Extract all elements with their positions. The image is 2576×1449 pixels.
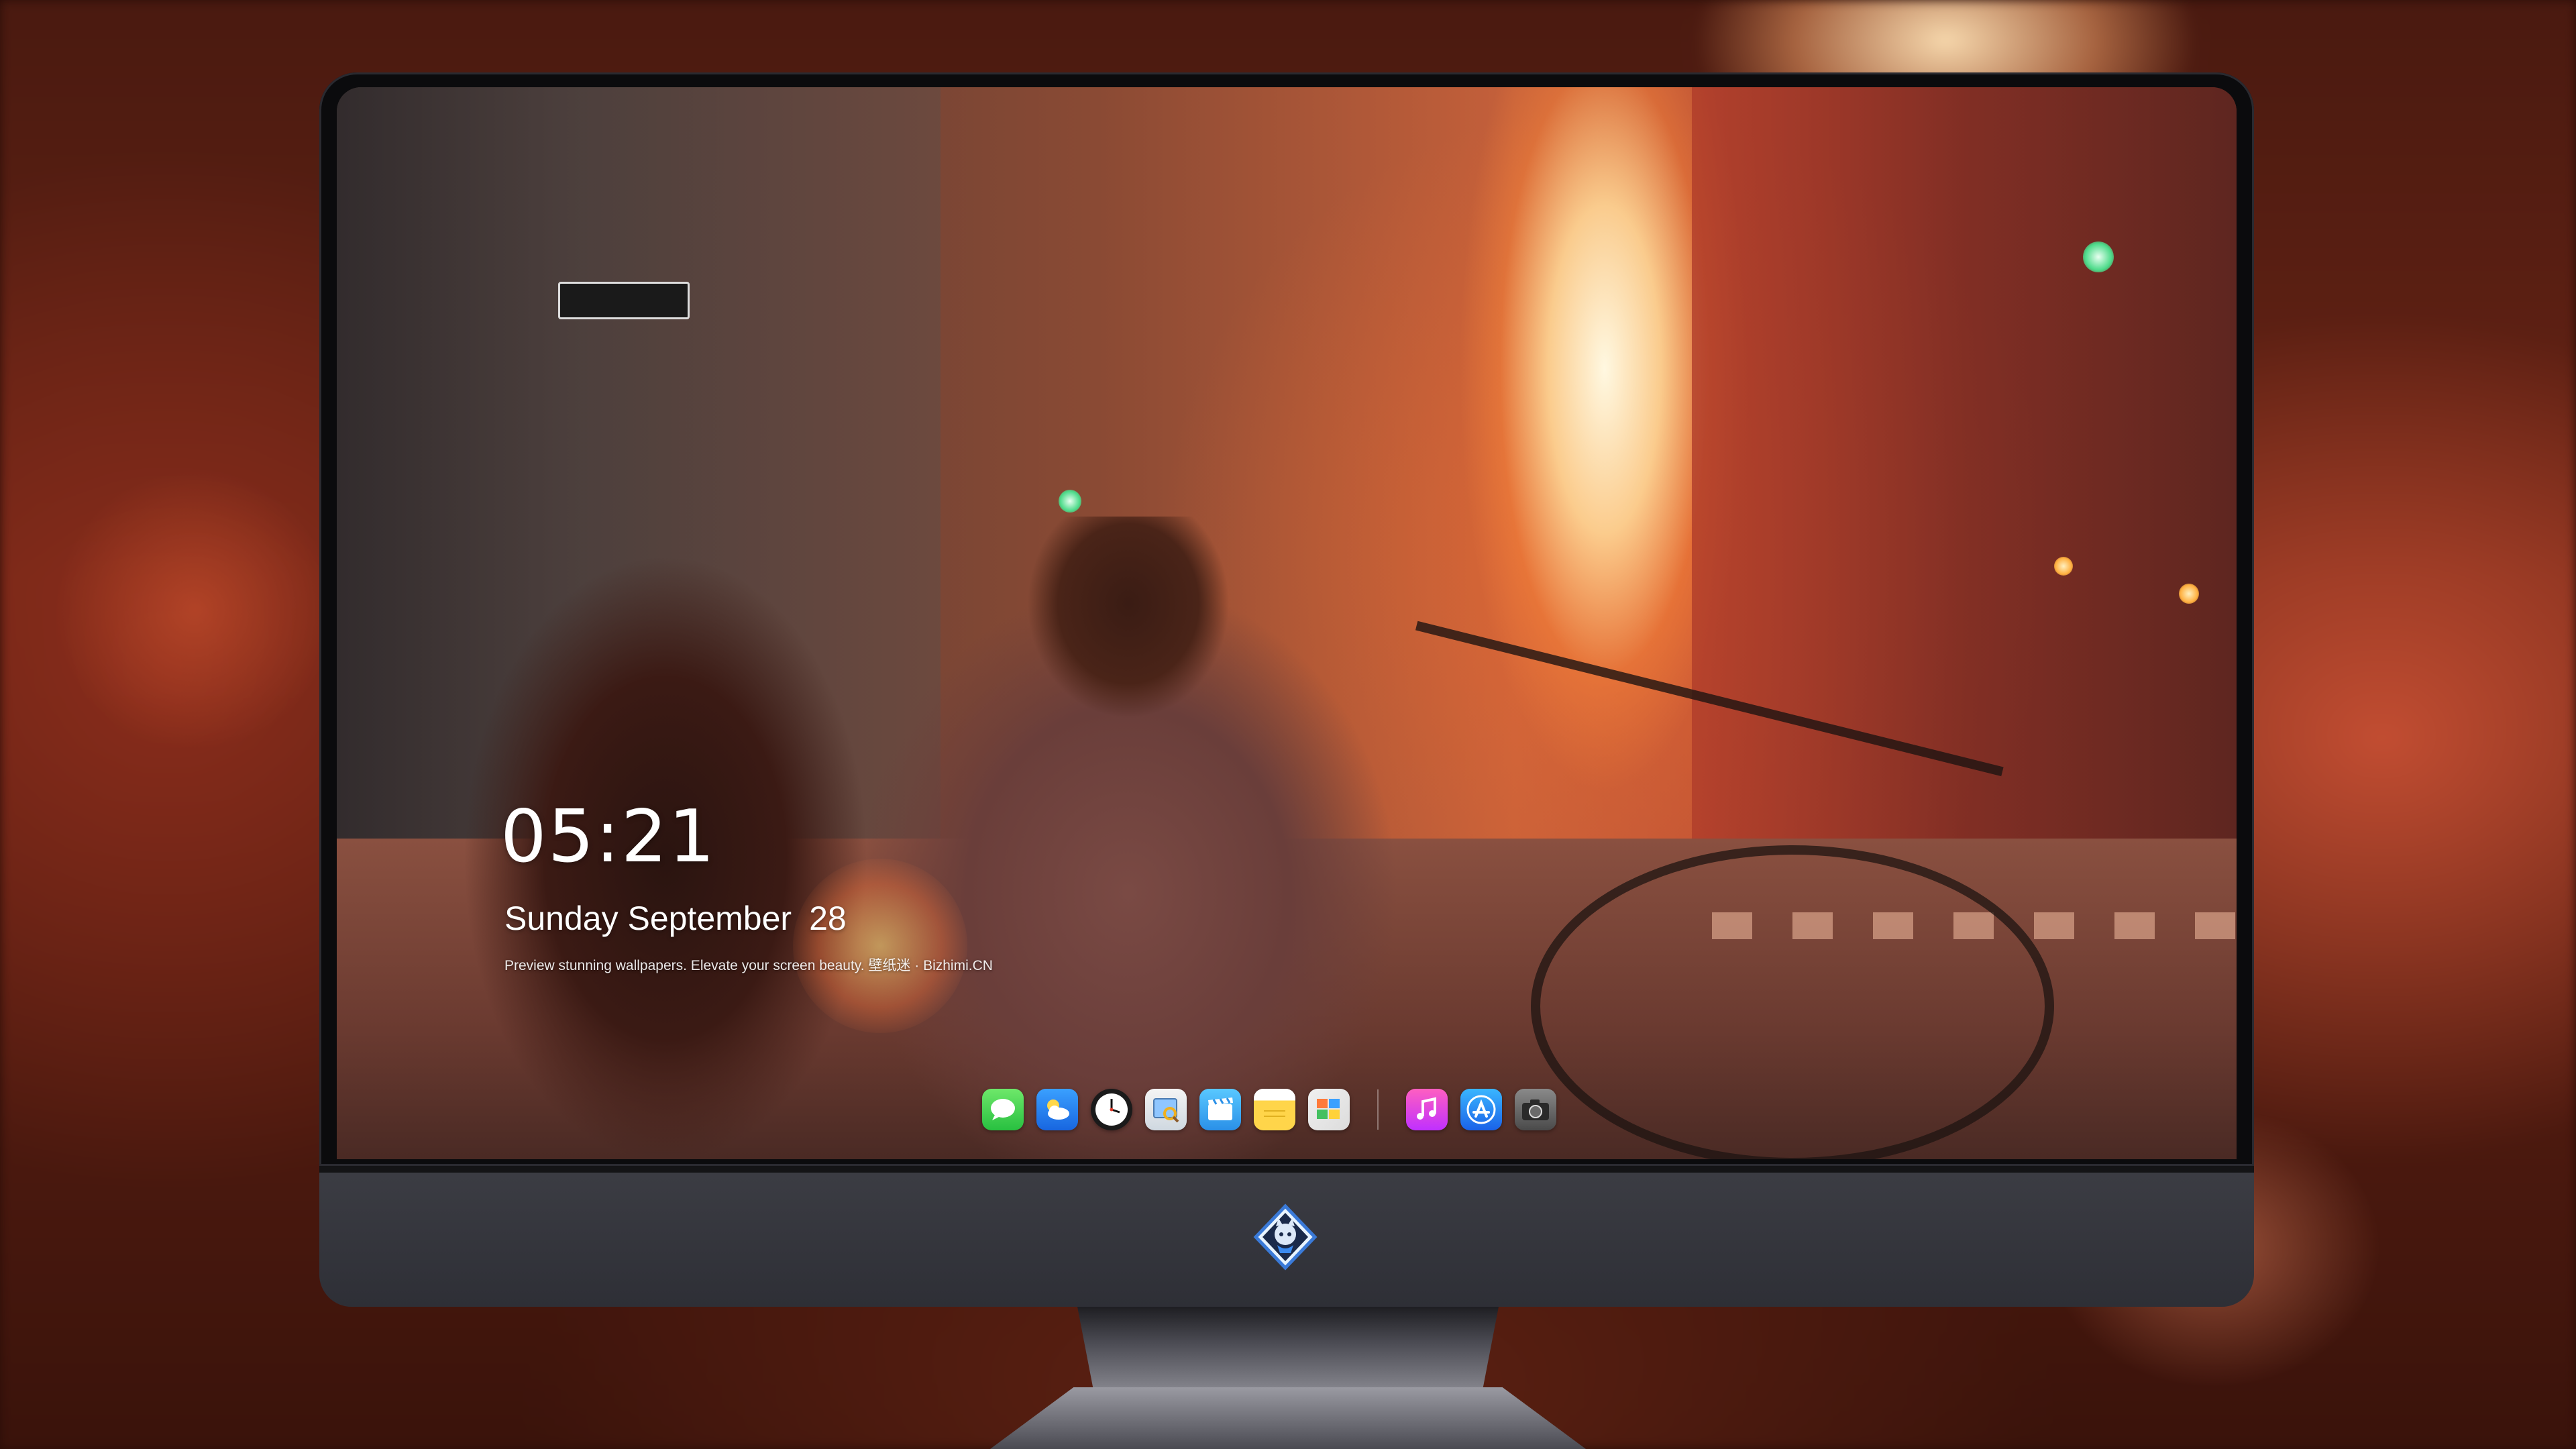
dock — [982, 1081, 1556, 1138]
messages-icon[interactable] — [982, 1089, 1024, 1130]
app-store-icon[interactable] — [1460, 1089, 1502, 1130]
wallpaper-one-way-sign — [558, 282, 690, 319]
lock-screen[interactable]: 05:21 Sunday September 28 Preview stunnin… — [337, 87, 2237, 1159]
wallpaper-caption: Preview stunning wallpapers. Elevate you… — [504, 958, 993, 973]
preview-icon[interactable] — [1145, 1089, 1187, 1130]
date-day: 28 — [809, 900, 847, 937]
photos-icon[interactable] — [1308, 1089, 1350, 1130]
stand-neck — [1077, 1307, 1499, 1394]
imac-monitor: 05:21 Sunday September 28 Preview stunnin… — [319, 72, 2254, 1307]
chin-divider — [319, 1166, 2254, 1173]
background-light-glow — [54, 470, 335, 751]
lock-screen-time: 05:21 — [500, 795, 716, 879]
wallpaper-traffic-light — [1059, 490, 1081, 513]
mascot-logo-icon — [1252, 1203, 1319, 1271]
lock-screen-date: Sunday September 28 — [504, 899, 847, 938]
weather-icon[interactable] — [1036, 1089, 1078, 1130]
wallpaper-man-silhouette — [847, 517, 1424, 1159]
clips-icon[interactable] — [1199, 1089, 1241, 1130]
monitor-stand — [990, 1307, 1586, 1449]
dock-separator — [1377, 1089, 1379, 1130]
wallpaper-lens-flare — [793, 859, 967, 1033]
clock-icon[interactable] — [1091, 1089, 1132, 1130]
music-icon[interactable] — [1406, 1089, 1448, 1130]
notes-icon[interactable] — [1254, 1089, 1295, 1130]
camera-icon[interactable] — [1515, 1089, 1556, 1130]
stand-base — [990, 1387, 1586, 1449]
wallpaper-street-lamp — [2179, 584, 2199, 604]
wallpaper-street-lamp — [2054, 557, 2073, 576]
wallpaper-bicycle-wheel — [1531, 845, 2054, 1159]
wallpaper-traffic-light — [2083, 241, 2114, 272]
date-weekday-month: Sunday September — [504, 900, 792, 937]
